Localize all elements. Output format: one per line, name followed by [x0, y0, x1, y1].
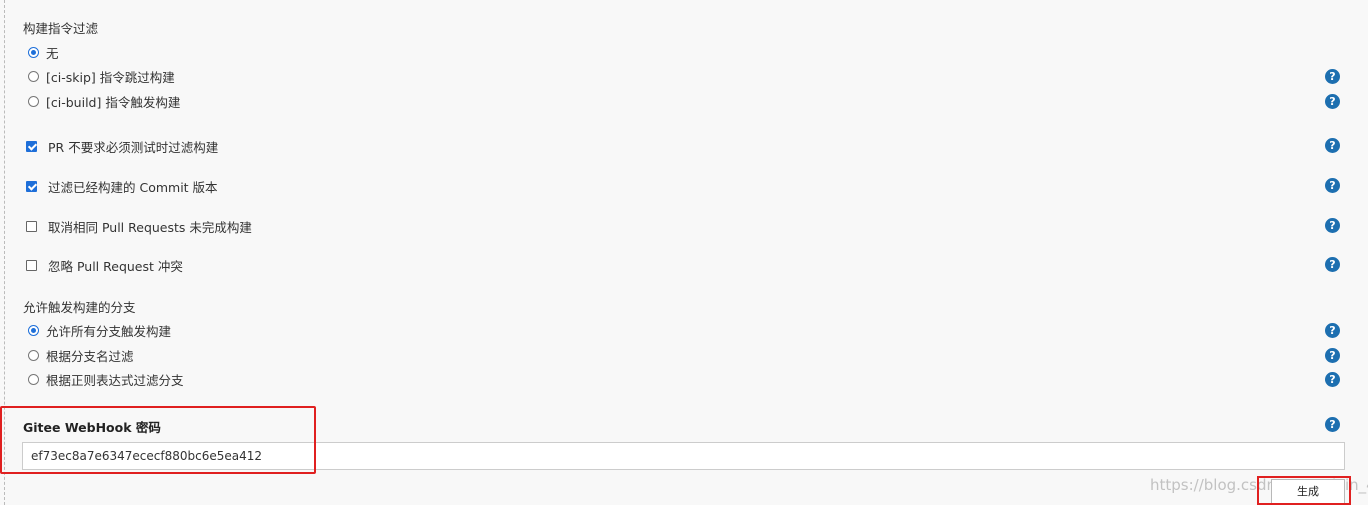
build-filter-option-none[interactable]: 无 [28, 43, 59, 61]
help-icon[interactable]: ? [1325, 138, 1340, 153]
checkbox-pr-filter[interactable] [26, 140, 37, 152]
radio-all-branches[interactable] [28, 324, 39, 336]
radio-none[interactable] [28, 46, 39, 58]
checkbox-label: 忽略 Pull Request 冲突 [48, 258, 183, 274]
branch-filter-option-label: 根据分支名过滤 [46, 348, 134, 364]
checkbox-row-filter-built-commit[interactable]: 过滤已经构建的 Commit 版本 [26, 177, 218, 195]
build-filter-option-label: 无 [46, 45, 59, 61]
checkbox-row-pr-filter[interactable]: PR 不要求必须测试时过滤构建 [26, 137, 218, 155]
build-filter-label: 构建指令过滤 [23, 21, 99, 36]
build-filter-option-label: [ci-skip] 指令跳过构建 [46, 69, 175, 85]
generate-button[interactable]: 生成 [1271, 479, 1345, 505]
radio-ci-build[interactable] [28, 95, 39, 107]
help-icon[interactable]: ? [1325, 372, 1340, 387]
help-icon[interactable]: ? [1325, 94, 1340, 109]
radio-ci-skip[interactable] [28, 70, 39, 82]
build-filter-option-ci-build[interactable]: [ci-build] 指令触发构建 [28, 92, 180, 110]
radio-branch-regex[interactable] [28, 373, 39, 385]
build-filter-option-ci-skip[interactable]: [ci-skip] 指令跳过构建 [28, 67, 175, 85]
checkbox-cancel-same-pr[interactable] [26, 220, 37, 232]
branch-filter-option-regex[interactable]: 根据正则表达式过滤分支 [28, 370, 184, 388]
checkbox-row-cancel-same-pr[interactable]: 取消相同 Pull Requests 未完成构建 [26, 217, 252, 235]
checkbox-filter-built-commit[interactable] [26, 180, 37, 192]
branch-filter-option-all[interactable]: 允许所有分支触发构建 [28, 321, 171, 339]
help-icon[interactable]: ? [1325, 178, 1340, 193]
branch-filter-option-name[interactable]: 根据分支名过滤 [28, 346, 134, 364]
checkbox-label: 取消相同 Pull Requests 未完成构建 [48, 219, 252, 235]
help-icon[interactable]: ? [1325, 348, 1340, 363]
help-icon[interactable]: ? [1325, 417, 1340, 432]
checkbox-label: PR 不要求必须测试时过滤构建 [48, 139, 219, 155]
left-dashed-border [4, 0, 5, 505]
branch-filter-option-label: 根据正则表达式过滤分支 [46, 372, 184, 388]
radio-branch-name[interactable] [28, 349, 39, 361]
help-icon[interactable]: ? [1325, 218, 1340, 233]
checkbox-label: 过滤已经构建的 Commit 版本 [48, 179, 218, 195]
webhook-password-input[interactable]: ef73ec8a7e6347ececf880bc6e5ea412 [22, 442, 1345, 470]
help-icon[interactable]: ? [1325, 323, 1340, 338]
build-filter-option-label: [ci-build] 指令触发构建 [46, 94, 181, 110]
branch-filter-label: 允许触发构建的分支 [23, 300, 136, 315]
branch-filter-option-label: 允许所有分支触发构建 [46, 323, 172, 339]
help-icon[interactable]: ? [1325, 69, 1340, 84]
checkbox-row-ignore-pr-conflict[interactable]: 忽略 Pull Request 冲突 [26, 256, 183, 274]
checkbox-ignore-pr-conflict[interactable] [26, 259, 37, 271]
webhook-password-label: Gitee WebHook 密码 [23, 420, 161, 435]
help-icon[interactable]: ? [1325, 257, 1340, 272]
